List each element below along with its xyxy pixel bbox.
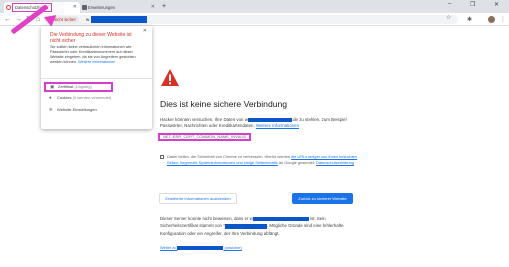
certificate-status: (Ungültig) — [74, 84, 92, 89]
extensions-icon[interactable]: ✱ — [467, 16, 472, 23]
certificate-icon: ▣ — [50, 84, 55, 89]
advanced-text-1-tail: ist. Sein — [309, 216, 326, 221]
back-to-safety-button[interactable]: Zurück zu sicherer Website — [292, 193, 353, 204]
redacted-domain — [177, 245, 224, 251]
tab-strip: Datenschutzfehler ✕ Erweiterungen ✕ + – … — [0, 0, 509, 13]
popup-more-info-link[interactable]: Weitere Informationen — [78, 60, 115, 64]
more-menu-icon[interactable]: ⋮ — [500, 16, 506, 23]
warning-description: Hacker könnten versuchen, Ihre Daten von… — [160, 117, 360, 130]
tab-extensions[interactable]: Erweiterungen ✕ — [80, 2, 158, 13]
address-bar[interactable]: ▲ Nicht sicher w ☆ — [44, 15, 458, 24]
site-info-popup: ✕ Die Verbindung zu dieser Website ist n… — [41, 26, 152, 129]
cookies-count: (0 werden verwendet) — [72, 95, 112, 100]
tab-close-icon[interactable]: ✕ — [151, 2, 155, 13]
avatar[interactable] — [488, 16, 495, 23]
redacted-url — [91, 16, 147, 23]
cookie-icon: ● — [49, 95, 52, 100]
advanced-text-2-tail: . Mögliche Gründe sind eine fehlerhafte — [266, 223, 344, 229]
proceed-unsafe-link[interactable]: Weiter zu (unsicher) — [160, 245, 242, 251]
window-close-icon[interactable]: ✕ — [494, 1, 499, 8]
learn-more-link[interactable]: Weitere Informationen — [256, 123, 299, 128]
redacted-domain — [252, 216, 309, 222]
description-text: Hacker könnten versuchen, Ihre Daten von — [160, 117, 245, 122]
restore-icon[interactable]: ❐ — [470, 1, 475, 8]
gear-icon: ✲ — [49, 107, 53, 112]
site-settings-label: Website-Einstellungen — [57, 107, 97, 112]
site-settings-item[interactable]: ✲ Website-Einstellungen — [49, 105, 97, 114]
popup-body: Sie sollten keine vertraulichen Informat… — [50, 45, 146, 65]
certificate-item[interactable]: ▣ Zertifikat (Ungültig) — [44, 82, 113, 92]
extensions-favicon-icon — [82, 5, 87, 10]
cookies-item[interactable]: ● Cookies (0 werden verwendet) — [49, 93, 111, 102]
minimize-icon[interactable]: – — [448, 1, 451, 7]
advanced-text-3: Konfiguration oder ein Angreifer, der Ih… — [160, 230, 280, 236]
redacted-domain — [224, 224, 267, 229]
danger-warning-icon — [161, 69, 179, 86]
advanced-text-2: Sicherheitszertifikat stammt von * — [160, 223, 225, 229]
browser-window: Datenschutzfehler ✕ Erweiterungen ✕ + – … — [0, 0, 509, 267]
certificate-label: Zertifikat — [58, 84, 74, 89]
popup-close-icon[interactable]: ✕ — [143, 28, 147, 34]
bookmark-star-icon[interactable]: ☆ — [446, 14, 451, 21]
checkbox-text: Dabei helfen, die Sicherheit von Chrome … — [167, 154, 292, 159]
redacted-domain — [247, 117, 292, 123]
privacy-policy-link[interactable]: Datenschutzerklärung — [316, 160, 354, 165]
checkbox-text-2: an Google gesendet. — [277, 159, 317, 165]
advanced-description: Dieser Server konnte nicht beweisen, das… — [160, 215, 358, 237]
proceed-suffix: (unsicher) — [223, 245, 242, 250]
error-code[interactable]: NET::ERR_CERT_COMMON_NAME_INVALID — [158, 133, 252, 141]
tab-close-icon[interactable]: ✕ — [73, 2, 77, 13]
popup-title: Die Verbindung zu dieser Website ist nic… — [50, 32, 132, 44]
hide-advanced-button[interactable]: Erweiterte Informationen ausblenden — [159, 193, 237, 204]
cookies-label: Cookies — [57, 95, 72, 100]
url-text: w — [86, 17, 90, 22]
report-checkbox[interactable] — [160, 155, 164, 159]
back-icon[interactable]: ← — [4, 15, 11, 24]
advanced-text-1: Dieser Server konnte nicht beweisen, das… — [160, 216, 250, 221]
proceed-prefix: Weiter zu — [160, 245, 178, 250]
new-tab-button[interactable]: + — [162, 2, 166, 12]
popup-divider — [41, 78, 152, 79]
privacy-error-favicon-icon — [6, 5, 11, 10]
toolbar: ← → ↻ ⌂ ▲ Nicht sicher w ☆ ✱ ⋮ — [0, 13, 509, 26]
tab-label: Erweiterungen — [88, 5, 116, 10]
report-checkbox-label: Dabei helfen, die Sicherheit von Chrome … — [167, 154, 363, 165]
page-title: Dies ist keine sichere Verbindung — [160, 99, 288, 109]
